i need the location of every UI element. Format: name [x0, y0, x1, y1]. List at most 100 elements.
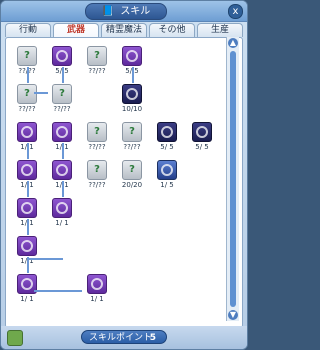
skill-icon [122, 46, 142, 66]
skill-icon [52, 198, 72, 218]
scroll-down-button[interactable]: ▼ [228, 310, 238, 320]
skill-tree-panel: ? ??/?? 5/ 5? ??/?? 5/ 5? ??/??? ??/?? 10/10 1/ … [5, 37, 243, 328]
emblem-icon [161, 164, 173, 176]
window-title-text: スキル [120, 6, 151, 17]
skill-icon [52, 46, 72, 66]
skill-points-bar: スキルポイント 5 [81, 330, 167, 344]
question-mark-icon: ? [94, 126, 100, 137]
skill-level-label: 1/ 1 [90, 295, 104, 303]
close-button[interactable]: x [228, 4, 243, 19]
connector-vertical [27, 143, 29, 159]
tree-icon [122, 84, 142, 104]
window-title: 📘 スキル [85, 3, 167, 20]
skill-icon [17, 198, 37, 218]
emblem-icon [21, 164, 33, 176]
titlebar: 📘 スキル x [1, 1, 247, 22]
skill-level-label: 10/10 [121, 105, 143, 113]
skill-level-label: ??/?? [88, 181, 106, 189]
skill-slot[interactable]: ? ??/?? [82, 160, 112, 189]
skill-window: 📘 スキル x 行動 武器 精霊魔法 その他 生産 ? ??/?? 5/ 5? ??/… [0, 0, 248, 350]
emblem-icon [21, 126, 33, 138]
skill-book-icon[interactable] [7, 330, 23, 346]
question-mark-icon: ? [24, 88, 30, 99]
skill-icon [157, 160, 177, 180]
question-mark-icon: ? [94, 50, 100, 61]
skill-icon [17, 236, 37, 256]
skill-slot[interactable]: 1/ 1 [47, 198, 77, 227]
skill-slot[interactable]: ? ??/?? [82, 46, 112, 75]
question-icon: ? [17, 84, 37, 104]
skill-icon [52, 122, 72, 142]
connector-vertical [132, 67, 134, 83]
skill-level-label: ??/?? [18, 105, 36, 113]
tab-spirit-magic[interactable]: 精霊魔法 [101, 23, 147, 37]
skill-level-label: ??/?? [53, 105, 71, 113]
skill-icon: ? [122, 160, 142, 180]
skill-level-label: 20/20 [121, 181, 143, 189]
emblem-icon [126, 88, 138, 100]
vertical-scrollbar[interactable]: ▲ ▼ [226, 37, 239, 321]
question-icon: ? [87, 122, 107, 142]
connector-vertical [27, 257, 29, 273]
connector-vertical [62, 181, 64, 197]
skill-slot[interactable]: 5/ 5 [187, 122, 217, 151]
question-mark-icon: ? [59, 88, 65, 99]
scroll-thumb[interactable] [230, 51, 236, 307]
skill-level-label: 5/ 5 [160, 143, 174, 151]
tab-other[interactable]: その他 [149, 23, 195, 37]
question-icon: ? [122, 122, 142, 142]
emblem-icon [56, 164, 68, 176]
skill-points-value: 5 [149, 333, 156, 343]
skill-icon [17, 122, 37, 142]
skill-icon [52, 160, 72, 180]
connector-vertical [62, 143, 64, 159]
skill-grid: ? ??/?? 5/ 5? ??/?? 5/ 5? ??/??? ??/?? 10/10 1/ … [12, 46, 222, 326]
skill-level-label: 1/ 1 [55, 219, 69, 227]
skill-icon [17, 160, 37, 180]
question-mark-icon: ? [129, 164, 135, 175]
emblem-icon [21, 202, 33, 214]
question-mark-icon: ? [129, 126, 135, 137]
tab-action[interactable]: 行動 [5, 23, 51, 37]
question-icon: ? [87, 160, 107, 180]
question-icon: ? [87, 46, 107, 66]
skill-level-label: 1/ 5 [160, 181, 174, 189]
question-icon: ? [17, 46, 37, 66]
tab-weapon[interactable]: 武器 [53, 23, 99, 37]
skill-slot[interactable]: ? 20/20 [117, 160, 147, 189]
emblem-icon [21, 278, 33, 290]
skill-slot[interactable]: 1/ 5 [152, 160, 182, 189]
creature-icon [157, 122, 177, 142]
skill-level-label: 1/ 1 [20, 295, 34, 303]
emblem-icon [91, 278, 103, 290]
skill-slot[interactable]: 1/ 1 [82, 274, 112, 303]
question-mark-icon: ? [24, 50, 30, 61]
skill-level-label: ??/?? [88, 143, 106, 151]
emblem-icon [161, 126, 173, 138]
skill-points-label: スキルポイント [89, 333, 153, 343]
book-icon: 📘 [101, 6, 115, 17]
skill-slot[interactable]: 1/ 1 [12, 274, 42, 303]
emblem-icon [56, 202, 68, 214]
skill-level-label: 5/ 5 [195, 143, 209, 151]
emblem-icon [196, 126, 208, 138]
question-icon: ? [52, 84, 72, 104]
skill-slot[interactable]: ? ??/?? [12, 84, 42, 113]
skill-level-label: ??/?? [123, 143, 141, 151]
skill-slot[interactable]: 10/10 [117, 84, 147, 113]
emblem-icon [56, 50, 68, 62]
skill-slot[interactable]: ? ??/?? [47, 84, 77, 113]
scroll-up-button[interactable]: ▲ [228, 38, 238, 48]
skill-icon [87, 274, 107, 294]
emblem-icon [21, 240, 33, 252]
emblem-icon [56, 126, 68, 138]
creature-icon [192, 122, 212, 142]
connector-horizontal [27, 258, 63, 260]
connector-vertical [27, 219, 29, 235]
connector-horizontal [34, 290, 82, 292]
tab-production[interactable]: 生産 [197, 23, 243, 37]
skill-slot[interactable]: 5/ 5 [152, 122, 182, 151]
question-mark-icon: ? [94, 164, 100, 175]
skill-slot[interactable]: ? ??/?? [117, 122, 147, 151]
skill-slot[interactable]: ? ??/?? [82, 122, 112, 151]
